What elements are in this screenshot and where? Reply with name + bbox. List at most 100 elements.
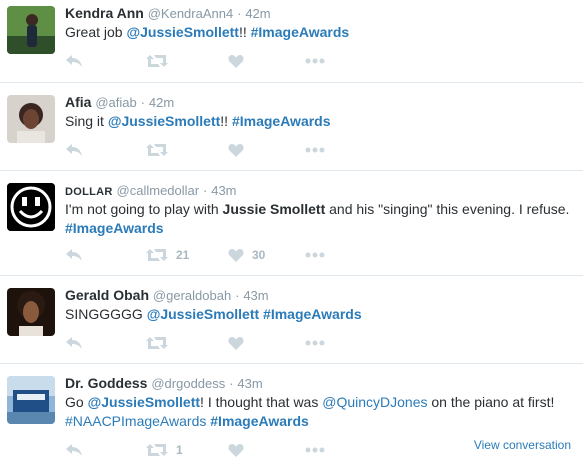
tweet-item[interactable]: Afia @afiab · 42m Sing it @JussieSmollet… bbox=[0, 83, 583, 171]
tweet-actions bbox=[65, 51, 365, 71]
like-button[interactable] bbox=[228, 140, 252, 160]
retweet-button[interactable] bbox=[146, 333, 176, 353]
timestamp[interactable]: 43m bbox=[237, 376, 262, 391]
separator-dot: · bbox=[235, 288, 240, 303]
display-name[interactable]: Afia bbox=[65, 94, 91, 110]
hashtag-link[interactable]: #ImageAwards bbox=[210, 413, 309, 429]
more-button[interactable] bbox=[305, 333, 325, 353]
reply-button[interactable] bbox=[65, 140, 83, 160]
highlighted-text: Jussie Smollett bbox=[222, 201, 326, 217]
tweet-actions: 1 bbox=[65, 440, 365, 460]
tweet-header: DOLLAR @callmedollar · 43m bbox=[65, 181, 237, 201]
retweet-button[interactable] bbox=[146, 140, 176, 160]
tweet-header: Kendra Ann @KendraAnn4 · 42m bbox=[65, 4, 271, 23]
mention-link[interactable]: @JussieSmollett bbox=[126, 24, 238, 40]
avatar[interactable] bbox=[7, 6, 55, 54]
timestamp[interactable]: 43m bbox=[243, 288, 268, 303]
tweet-text: SINGGGGG @JussieSmollett #ImageAwards bbox=[65, 305, 575, 324]
reply-button[interactable] bbox=[65, 51, 83, 71]
avatar[interactable] bbox=[7, 376, 55, 424]
view-conversation-link[interactable]: View conversation bbox=[474, 438, 571, 452]
user-handle[interactable]: @afiab bbox=[95, 95, 136, 110]
reply-icon bbox=[66, 55, 82, 67]
more-button[interactable] bbox=[305, 440, 325, 460]
like-icon bbox=[228, 55, 244, 68]
mention-link[interactable]: @JussieSmollett bbox=[147, 306, 259, 322]
text-segment: !! bbox=[238, 24, 251, 40]
text-segment: on the piano at first! bbox=[427, 394, 555, 410]
reply-icon bbox=[66, 444, 82, 456]
tweet-item[interactable]: Gerald Obah @geraldobah · 43m SINGGGGG @… bbox=[0, 276, 583, 364]
like-button[interactable] bbox=[228, 333, 252, 353]
user-handle[interactable]: @KendraAnn4 bbox=[148, 6, 233, 21]
tweet-text: Great job @JussieSmollett!! #ImageAwards bbox=[65, 23, 575, 42]
tweet-text: Sing it @JussieSmollett!! #ImageAwards bbox=[65, 112, 575, 131]
mention-link[interactable]: @JussieSmollett bbox=[88, 394, 200, 410]
separator-dot: · bbox=[202, 183, 208, 198]
more-button[interactable] bbox=[305, 245, 325, 265]
hashtag-link[interactable]: #ImageAwards bbox=[65, 220, 164, 236]
text-segment: !! bbox=[220, 113, 232, 129]
tweet-header: Dr. Goddess @drgoddess · 43m bbox=[65, 374, 263, 393]
tweet-item[interactable]: Kendra Ann @KendraAnn4 · 42m Great job @… bbox=[0, 0, 583, 83]
retweet-icon bbox=[146, 55, 168, 67]
user-handle[interactable]: @drgoddess bbox=[151, 376, 225, 391]
more-icon bbox=[305, 447, 325, 453]
reply-button[interactable] bbox=[65, 440, 83, 460]
text-segment: and his "singing" this evening. I refuse… bbox=[325, 201, 570, 217]
like-icon bbox=[228, 444, 244, 457]
hashtag-link[interactable]: #ImageAwards bbox=[263, 306, 362, 322]
avatar[interactable] bbox=[7, 95, 55, 143]
more-icon bbox=[305, 340, 325, 346]
tweet-header: Gerald Obah @geraldobah · 43m bbox=[65, 286, 269, 305]
timestamp[interactable]: 42m bbox=[245, 6, 270, 21]
mention-link[interactable]: @JussieSmollett bbox=[108, 113, 220, 129]
reply-button[interactable] bbox=[65, 245, 83, 265]
display-name[interactable]: DOLLAR bbox=[65, 186, 113, 198]
timestamp[interactable]: 42m bbox=[149, 95, 174, 110]
tweet-actions bbox=[65, 140, 365, 160]
like-button[interactable]: 30 bbox=[228, 245, 265, 265]
tweet-text: Go @JussieSmollett! I thought that was @… bbox=[65, 393, 575, 431]
text-segment: I'm not going to play with bbox=[65, 201, 223, 217]
hashtag-link[interactable]: #NAACPImageAwards bbox=[65, 413, 206, 429]
like-count: 30 bbox=[252, 248, 266, 262]
reply-button[interactable] bbox=[65, 333, 83, 353]
hashtag-link[interactable]: #ImageAwards bbox=[232, 113, 331, 129]
like-icon bbox=[228, 249, 244, 262]
more-icon bbox=[305, 147, 325, 153]
separator-dot: · bbox=[237, 6, 242, 21]
display-name[interactable]: Dr. Goddess bbox=[65, 375, 147, 391]
like-button[interactable] bbox=[228, 51, 252, 71]
like-icon bbox=[228, 337, 244, 350]
display-name[interactable]: Gerald Obah bbox=[65, 287, 149, 303]
text-segment: ! I thought that was bbox=[200, 394, 323, 410]
user-handle[interactable]: @callmedollar bbox=[117, 183, 200, 198]
like-button[interactable] bbox=[228, 440, 252, 460]
reply-icon bbox=[66, 249, 82, 261]
display-name[interactable]: Kendra Ann bbox=[65, 5, 144, 21]
user-handle[interactable]: @geraldobah bbox=[153, 288, 231, 303]
tweet-actions bbox=[65, 333, 365, 353]
tweet-header: Afia @afiab · 42m bbox=[65, 93, 174, 112]
avatar[interactable] bbox=[7, 288, 55, 336]
text-segment: Go bbox=[65, 394, 88, 410]
reply-icon bbox=[66, 144, 82, 156]
retweet-button[interactable]: 21 bbox=[146, 245, 189, 265]
retweet-icon bbox=[146, 444, 168, 456]
text-segment: Great job bbox=[65, 24, 127, 40]
retweet-icon bbox=[146, 249, 168, 261]
more-icon bbox=[305, 252, 325, 258]
retweet-button[interactable]: 1 bbox=[146, 440, 183, 460]
hashtag-link[interactable]: #ImageAwards bbox=[251, 24, 350, 40]
mention-link[interactable]: @QuincyDJones bbox=[322, 394, 427, 410]
retweet-count: 1 bbox=[176, 443, 183, 457]
more-button[interactable] bbox=[305, 140, 325, 160]
timestamp[interactable]: 43m bbox=[211, 183, 236, 198]
tweet-item[interactable]: DOLLAR @callmedollar · 43m I'm not going… bbox=[0, 171, 583, 276]
tweet-item[interactable]: Dr. Goddess @drgoddess · 43m Go @JussieS… bbox=[0, 364, 583, 472]
separator-dot: · bbox=[229, 376, 234, 391]
avatar[interactable] bbox=[7, 183, 55, 231]
retweet-button[interactable] bbox=[146, 51, 176, 71]
more-button[interactable] bbox=[305, 51, 325, 71]
